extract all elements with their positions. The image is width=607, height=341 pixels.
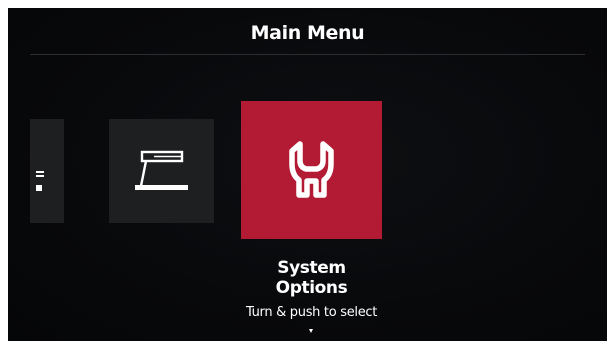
page-title: Main Menu bbox=[250, 22, 365, 44]
chevron-down-icon bbox=[309, 329, 313, 333]
header-divider bbox=[30, 54, 585, 55]
wrench-icon bbox=[289, 141, 334, 198]
menu-item-system-options[interactable] bbox=[241, 101, 382, 239]
menu-item-table-tool[interactable] bbox=[109, 119, 214, 223]
table-tool-icon bbox=[135, 150, 188, 190]
device-screen: Main Menu System Options Turn & push to … bbox=[8, 8, 607, 341]
menu-item-previous[interactable] bbox=[30, 119, 64, 223]
